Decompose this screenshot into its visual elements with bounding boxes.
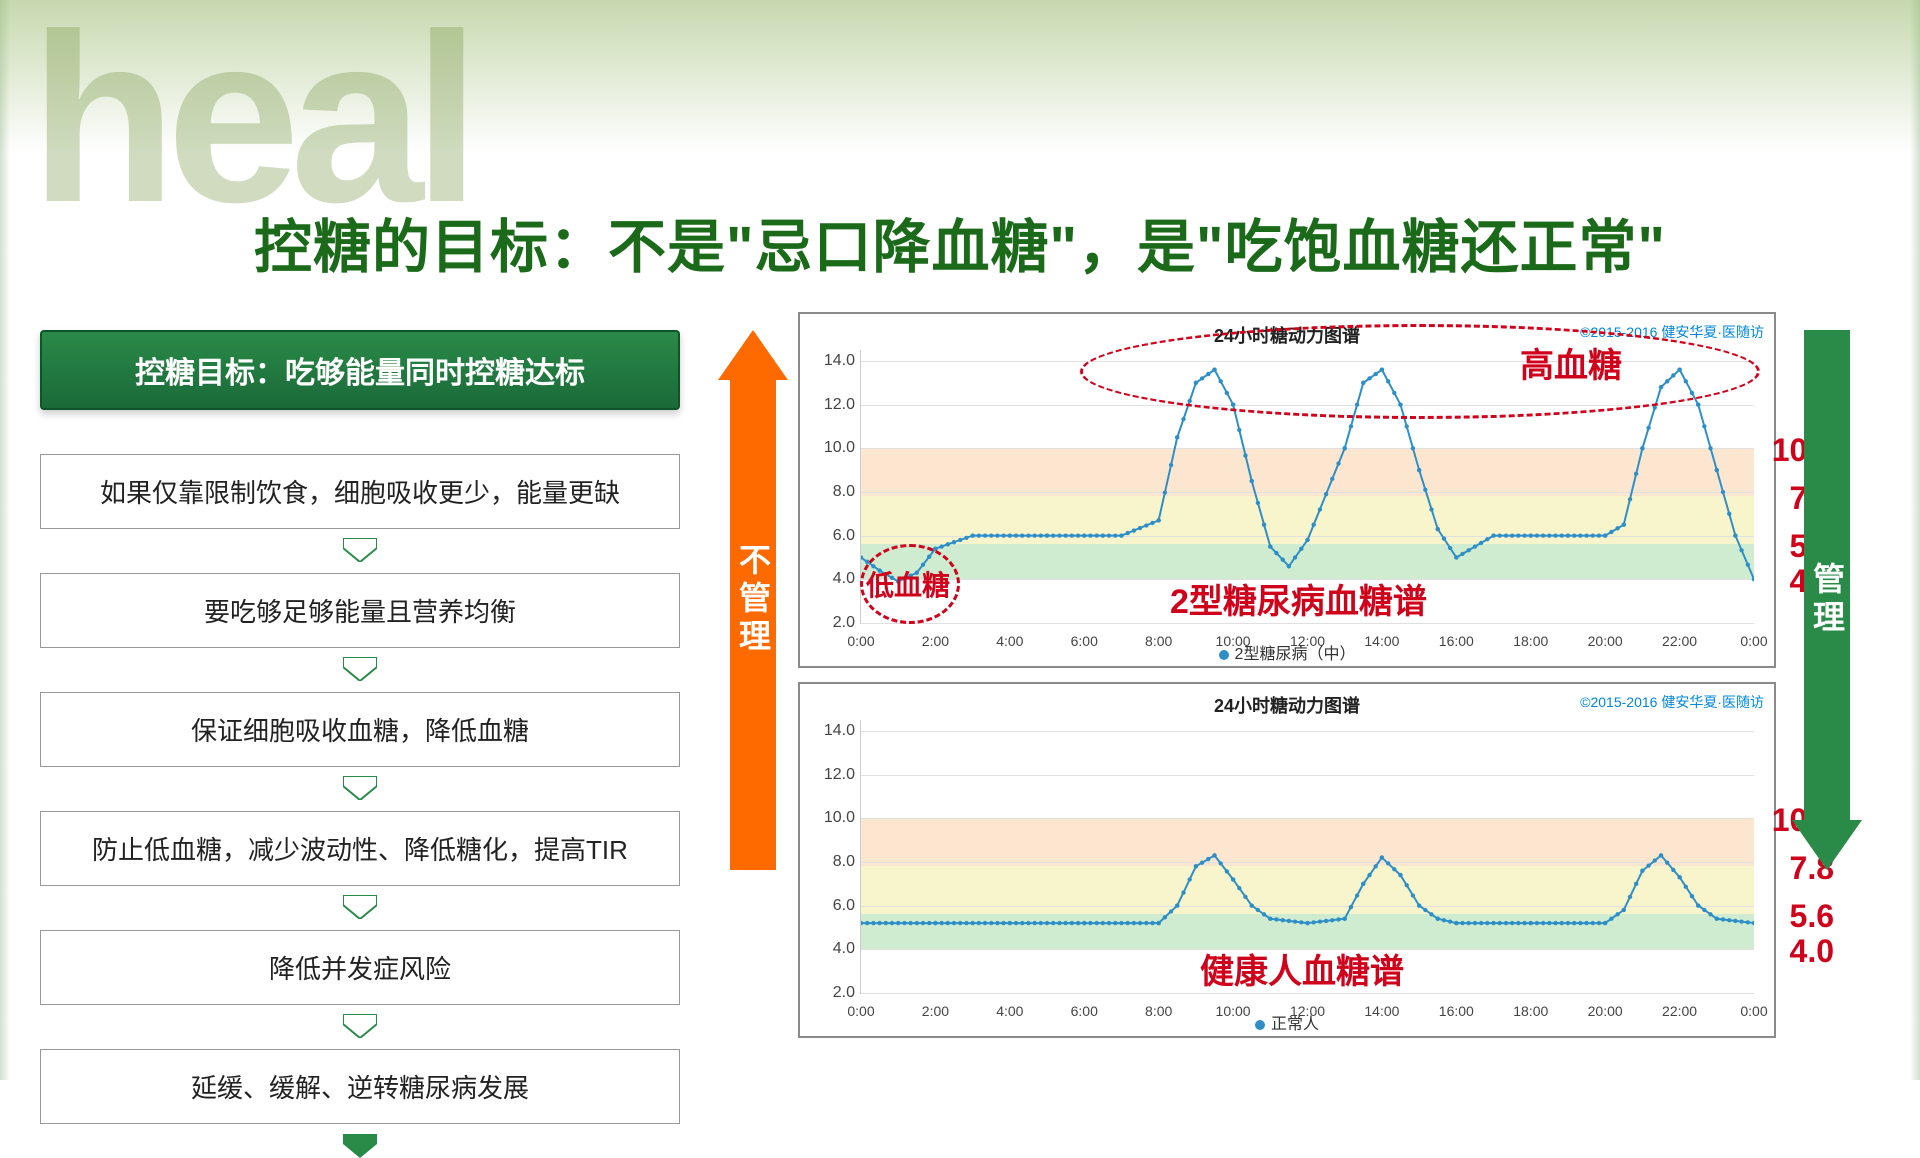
- y-tick: 14.0: [811, 352, 855, 370]
- flow-header: 控糖目标：吃够能量同时控糖达标: [40, 330, 680, 410]
- y-tick: 2.0: [811, 984, 855, 1002]
- unmanaged-arrow: 不管理: [718, 330, 788, 870]
- page-title: 控糖的目标：不是"忌口降血糖"，是"吃饱血糖还正常": [0, 200, 1920, 284]
- high-glucose-ellipse: [1080, 324, 1760, 419]
- chart-legend: 正常人: [800, 1010, 1774, 1034]
- y-tick: 14.0: [811, 722, 855, 740]
- y-tick: 8.0: [811, 483, 855, 501]
- chevron-down-icon: [343, 776, 377, 800]
- flow-column: 控糖目标：吃够能量同时控糖达标 如果仅靠限制饮食，细胞吸收更少，能量更缺要吃够足…: [40, 330, 680, 1124]
- flow-step: 如果仅靠限制饮食，细胞吸收更少，能量更缺: [40, 454, 680, 529]
- ref-line-label: 5.6: [1790, 898, 1834, 935]
- y-tick: 2.0: [811, 614, 855, 632]
- chart-legend: 2型糖尿病（中）: [800, 640, 1774, 664]
- y-tick: 4.0: [811, 940, 855, 958]
- y-tick: 10.0: [811, 809, 855, 827]
- flow-step: 要吃够足够能量且营养均衡: [40, 573, 680, 648]
- y-tick: 12.0: [811, 396, 855, 414]
- unmanaged-arrow-label: 不管理: [730, 543, 776, 657]
- y-tick: 4.0: [811, 570, 855, 588]
- chart-overlay-title: 健康人血糖谱: [1200, 944, 1404, 993]
- low-glucose-label: 低血糖: [866, 564, 950, 604]
- chevron-down-icon: [343, 1014, 377, 1038]
- chevron-down-icon: [343, 538, 377, 562]
- chart-diabetic: 24小时糖动力图谱 ©2015-2016 健安华夏·医随访 2.04.06.08…: [798, 312, 1776, 668]
- y-tick: 6.0: [811, 897, 855, 915]
- high-glucose-label: 高血糖: [1520, 338, 1622, 387]
- chart-overlay-title: 2型糖尿病血糖谱: [1170, 574, 1427, 623]
- flow-step: 降低并发症风险: [40, 930, 680, 1005]
- flow-step: 保证细胞吸收血糖，降低血糖: [40, 692, 680, 767]
- y-tick: 8.0: [811, 853, 855, 871]
- chevron-down-icon: [343, 657, 377, 681]
- charts-column: 24小时糖动力图谱 ©2015-2016 健安华夏·医随访 2.04.06.08…: [798, 312, 1776, 1052]
- y-tick: 10.0: [811, 439, 855, 457]
- flow-step: 防止低血糖，减少波动性、降低糖化，提高TIR: [40, 811, 680, 886]
- flow-step: 延缓、缓解、逆转糖尿病发展: [40, 1049, 680, 1124]
- managed-arrow: 管理: [1792, 330, 1862, 870]
- chart-copyright: ©2015-2016 健安华夏·医随访: [1580, 692, 1764, 712]
- managed-arrow-label: 管理: [1804, 562, 1850, 638]
- chevron-down-icon: [343, 895, 377, 919]
- y-tick: 6.0: [811, 527, 855, 545]
- flow-header-text: 控糖目标：吃够能量同时控糖达标: [135, 357, 585, 390]
- chevron-down-icon: [343, 1134, 377, 1158]
- chart-healthy: 24小时糖动力图谱 ©2015-2016 健安华夏·医随访 2.04.06.08…: [798, 682, 1776, 1038]
- y-tick: 12.0: [811, 766, 855, 784]
- ref-line-label: 4.0: [1790, 933, 1834, 970]
